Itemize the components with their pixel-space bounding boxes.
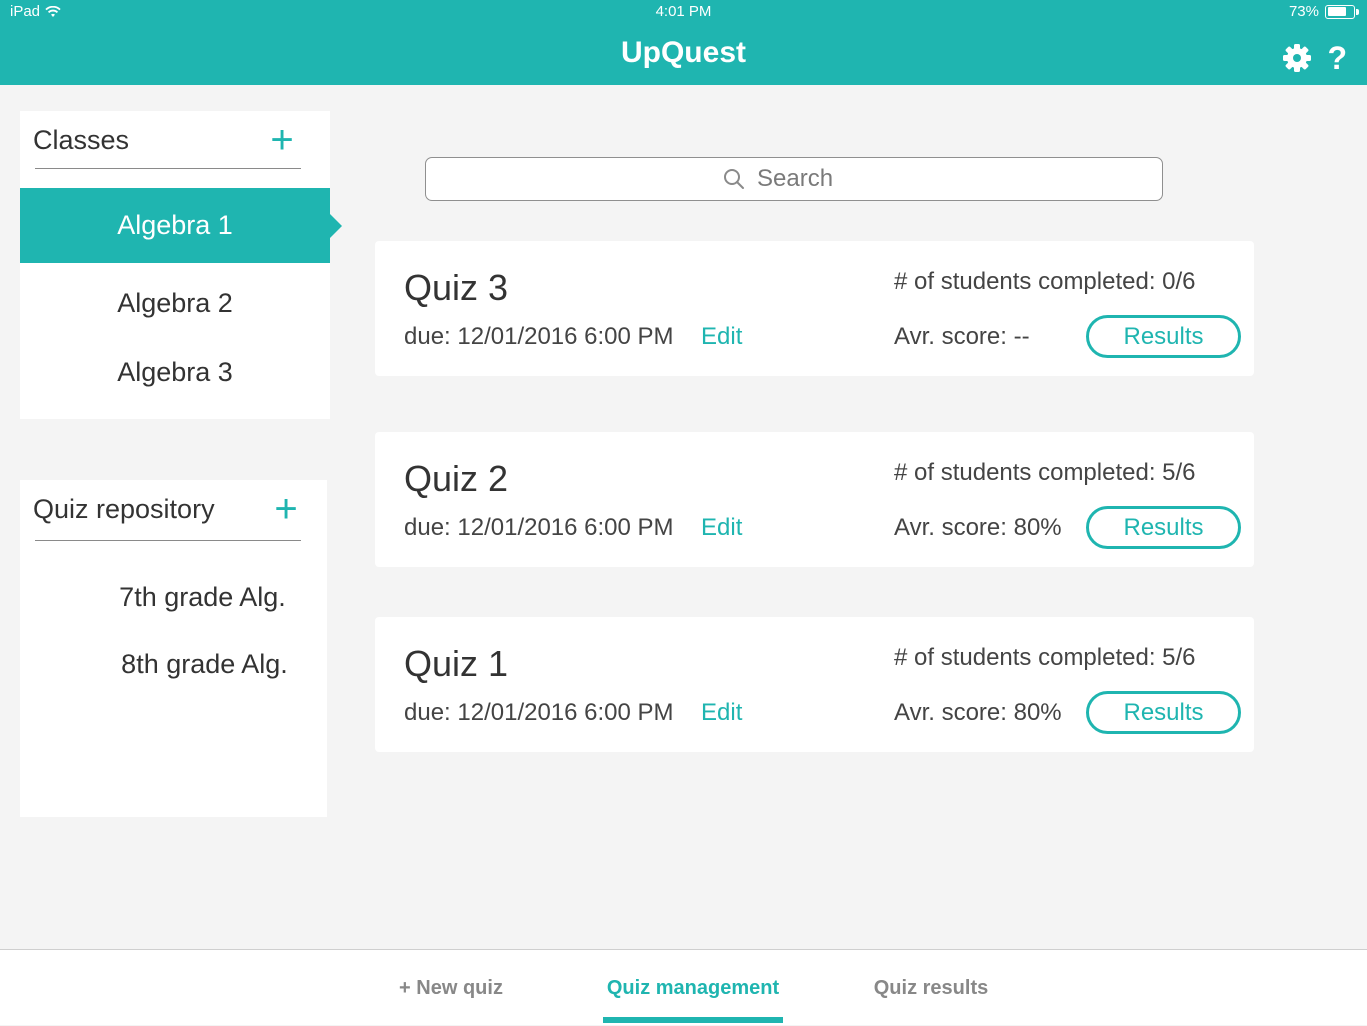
- average-score: Avr. score: 80%: [894, 514, 1062, 541]
- battery-percent: 73%: [1288, 3, 1319, 20]
- tab-new-quiz[interactable]: + New quiz: [380, 950, 522, 1026]
- classes-title: Classes: [33, 125, 130, 155]
- results-button[interactable]: Results: [1086, 506, 1241, 549]
- classes-panel: Classes + Algebra 1 Algebra 2 Algebra 3: [20, 111, 342, 419]
- quiz-card: Quiz 2 due: 12/01/2016 6:00 PM Edit # of…: [375, 432, 1254, 567]
- tab-quiz-management[interactable]: Quiz management: [603, 950, 783, 1026]
- add-quiz-repository-button[interactable]: +: [271, 489, 301, 529]
- results-button[interactable]: Results: [1086, 315, 1241, 358]
- repo-item-8th-grade[interactable]: 8th grade Alg.: [20, 639, 327, 689]
- battery-icon: [1325, 4, 1359, 19]
- header-actions: ?: [1281, 42, 1347, 74]
- results-button[interactable]: Results: [1086, 691, 1241, 734]
- quiz-name: Quiz 2: [404, 458, 509, 499]
- quiz-repository-title: Quiz repository: [33, 494, 215, 524]
- tab-label: + New quiz: [399, 976, 503, 999]
- students-completed: # of students completed: 5/6: [894, 644, 1196, 671]
- edit-quiz-link[interactable]: Edit: [701, 323, 742, 351]
- tab-quiz-results[interactable]: Quiz results: [860, 950, 1002, 1026]
- students-completed: # of students completed: 5/6: [894, 459, 1196, 486]
- tab-label: Quiz results: [873, 976, 989, 999]
- class-item-algebra-3[interactable]: Algebra 3: [20, 335, 330, 410]
- quiz-repository-panel: Quiz repository + 7th grade Alg. 8th gra…: [20, 480, 327, 817]
- quiz-card: Quiz 3 due: 12/01/2016 6:00 PM Edit # of…: [375, 241, 1254, 376]
- average-score: Avr. score: --: [894, 323, 1030, 350]
- class-item-algebra-2[interactable]: Algebra 2: [20, 266, 330, 341]
- quiz-due-date: due: 12/01/2016 6:00 PM: [404, 514, 674, 541]
- classes-header: Classes +: [33, 111, 301, 169]
- class-item-algebra-1[interactable]: Algebra 1: [20, 188, 342, 263]
- repo-item-7th-grade[interactable]: 7th grade Alg.: [20, 572, 327, 622]
- tab-label: Quiz management: [606, 976, 780, 999]
- quiz-name: Quiz 3: [404, 267, 509, 308]
- quiz-repository-header: Quiz repository +: [33, 480, 301, 541]
- gear-icon[interactable]: [1281, 42, 1313, 74]
- search-bar[interactable]: [425, 157, 1163, 201]
- quiz-due-date: due: 12/01/2016 6:00 PM: [404, 699, 674, 726]
- students-completed: # of students completed: 0/6: [894, 268, 1196, 295]
- quiz-due-date: due: 12/01/2016 6:00 PM: [404, 323, 674, 350]
- search-input[interactable]: [755, 164, 865, 194]
- quiz-name: Quiz 1: [404, 643, 509, 684]
- average-score: Avr. score: 80%: [894, 699, 1062, 726]
- bottom-tab-bar: + New quiz Quiz management Quiz results: [0, 949, 1367, 1025]
- quiz-card: Quiz 1 due: 12/01/2016 6:00 PM Edit # of…: [375, 617, 1254, 752]
- add-class-button[interactable]: +: [267, 120, 297, 160]
- help-icon[interactable]: ?: [1327, 42, 1347, 74]
- status-bar-right: 73%: [1288, 3, 1359, 20]
- status-time: 4:01 PM: [655, 3, 712, 20]
- search-icon: [724, 169, 744, 189]
- app-header: iPad 4:01 PM 73% UpQuest ?: [0, 0, 1367, 85]
- battery-fill: [1327, 7, 1346, 16]
- edit-quiz-link[interactable]: Edit: [701, 514, 742, 542]
- app-title: UpQuest: [620, 36, 746, 69]
- edit-quiz-link[interactable]: Edit: [701, 699, 742, 727]
- active-tab-indicator: [603, 1017, 783, 1023]
